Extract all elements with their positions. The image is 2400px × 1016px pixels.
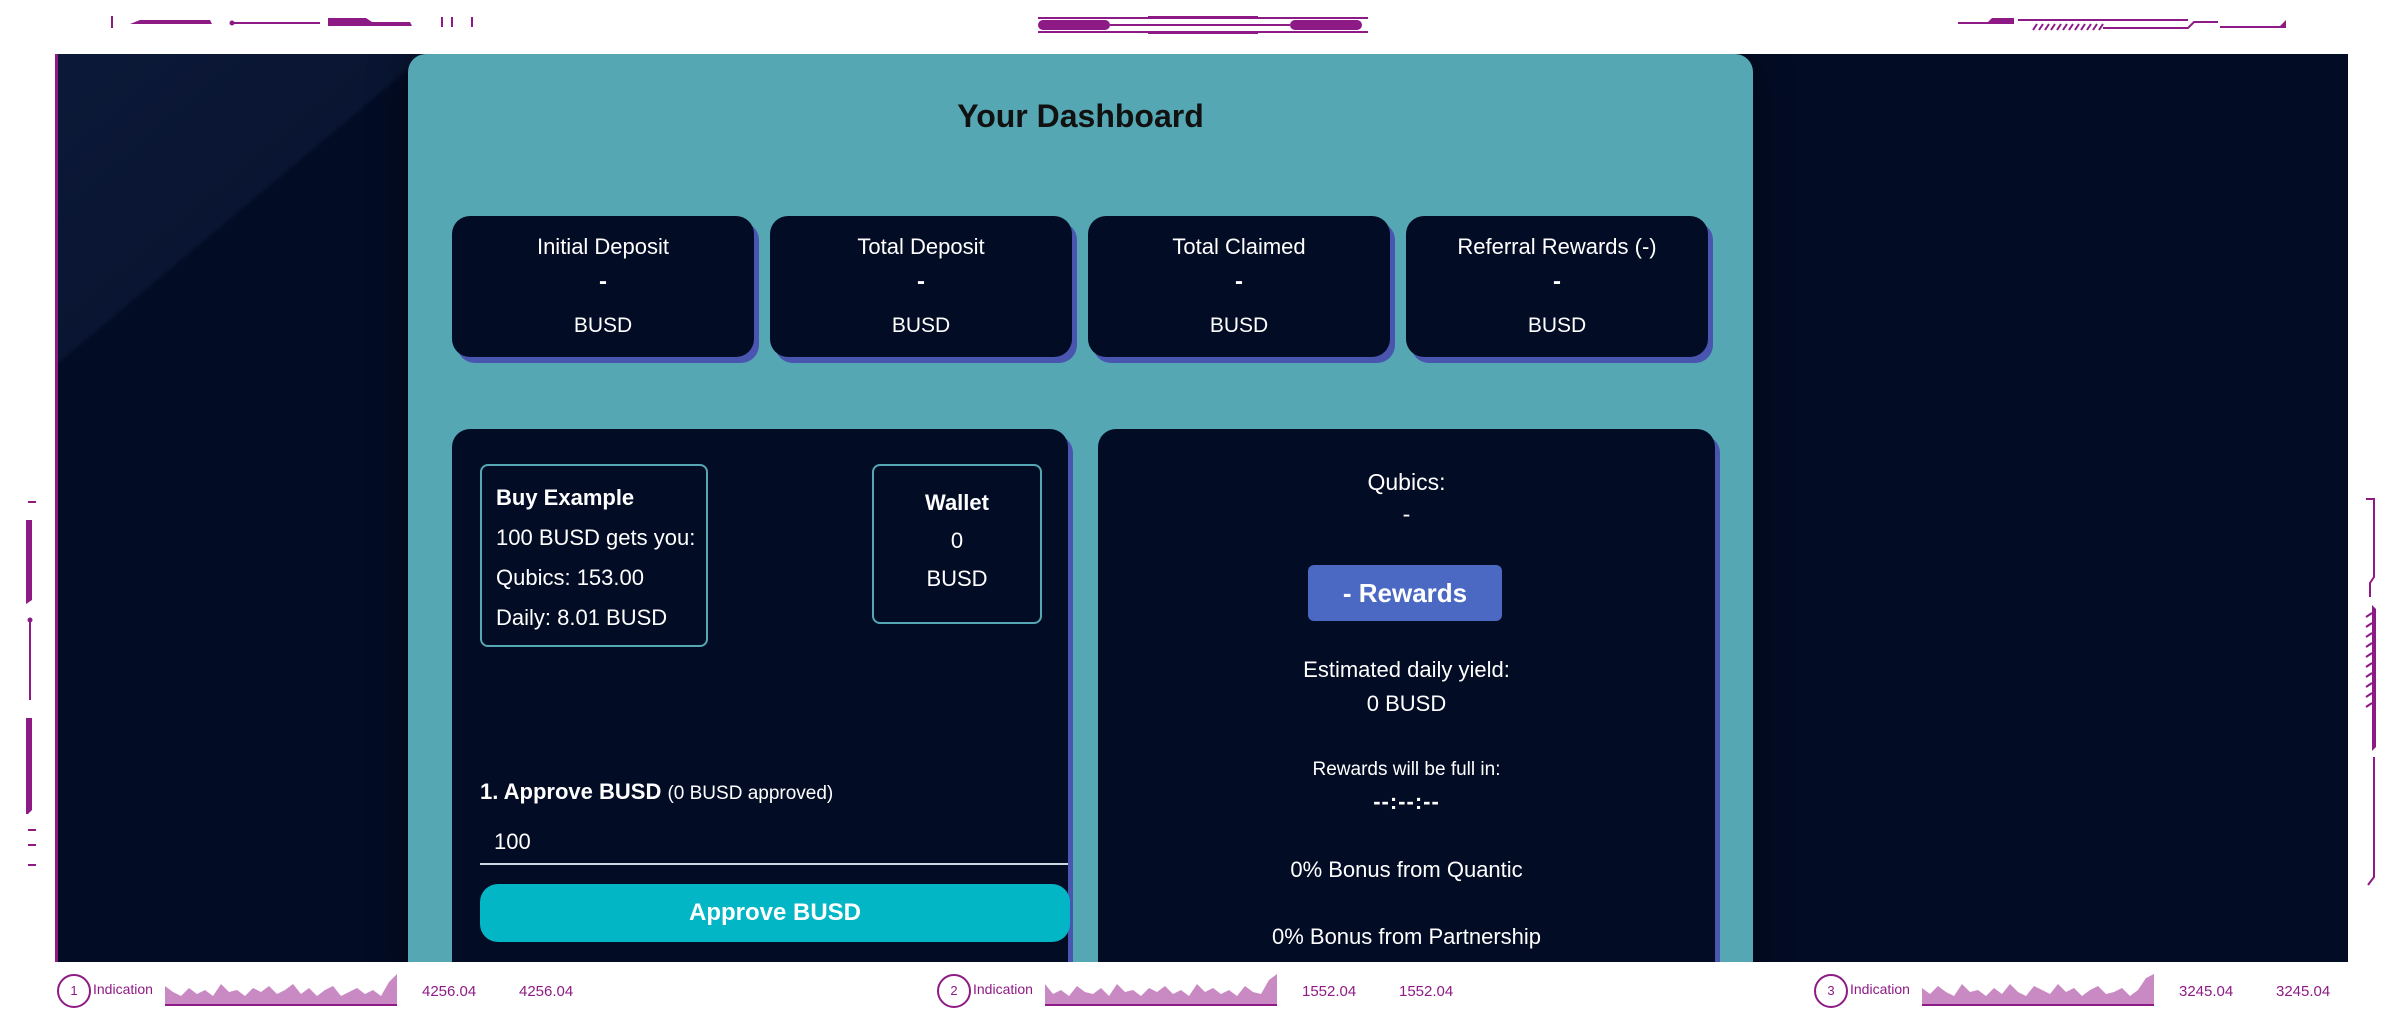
stat-value: - bbox=[599, 268, 607, 295]
approved-amount-text: (0 BUSD approved) bbox=[667, 783, 834, 804]
stat-unit: BUSD bbox=[1527, 314, 1587, 337]
app-viewport: Your Dashboard Initial Deposit - BUSD To… bbox=[55, 54, 2348, 962]
page-title: Your Dashboard bbox=[957, 98, 1204, 134]
indicator-sparkline bbox=[1045, 974, 1277, 1006]
indicator-label: Indication bbox=[1850, 981, 1910, 997]
stat-card-total-deposit: Total Deposit - BUSD bbox=[770, 216, 1072, 357]
approve-label: 1. Approve BUSD (0 BUSD approved) bbox=[480, 779, 833, 805]
qubics-value: - bbox=[1402, 501, 1411, 527]
stat-card-initial-deposit: Initial Deposit - BUSD bbox=[452, 216, 754, 357]
buy-panel: Buy Example 100 BUSD gets you: Qubics: 1… bbox=[452, 429, 1070, 962]
rewards-button[interactable]: - Rewards bbox=[1308, 565, 1502, 621]
daily-yield-value: 0 BUSD bbox=[1366, 691, 1447, 716]
amount-input[interactable] bbox=[480, 821, 1068, 865]
stat-label: Initial Deposit bbox=[536, 234, 670, 259]
indicator-sparkline bbox=[165, 974, 397, 1006]
stat-value: - bbox=[917, 268, 925, 295]
hud-left-edge-decoration bbox=[24, 500, 38, 875]
stat-unit: BUSD bbox=[1209, 314, 1269, 337]
indicator-value-secondary: 1552.04 bbox=[1399, 983, 1454, 1000]
wallet-title: Wallet bbox=[925, 490, 989, 515]
stat-unit: BUSD bbox=[891, 314, 951, 337]
indicator-value: 1552.04 bbox=[1302, 983, 1357, 1000]
rewards-full-countdown: --:--:-- bbox=[1373, 789, 1440, 814]
buy-example-line: 100 BUSD gets you: bbox=[496, 525, 696, 550]
daily-yield-label: Estimated daily yield: bbox=[1303, 657, 1510, 682]
wallet-unit: BUSD bbox=[926, 566, 988, 591]
stat-card-total-claimed: Total Claimed - BUSD bbox=[1088, 216, 1390, 357]
indicator-number: 3 bbox=[1814, 974, 1848, 1008]
indicator-strip: 1 Indication 4256.04 4256.04 2 Indicatio… bbox=[0, 962, 2400, 1016]
stat-label: Referral Rewards (-) bbox=[1457, 234, 1657, 259]
stat-label: Total Claimed bbox=[1172, 234, 1306, 259]
indicator-number: 2 bbox=[937, 974, 971, 1008]
indicator-value-secondary: 3245.04 bbox=[2276, 983, 2331, 1000]
indicator-value-secondary: 4256.04 bbox=[519, 983, 574, 1000]
stat-card-referral-rewards: Referral Rewards (-) - BUSD bbox=[1406, 216, 1708, 357]
approve-busd-button[interactable]: Approve BUSD bbox=[480, 884, 1070, 942]
buy-example-daily: Daily: 8.01 BUSD bbox=[496, 605, 668, 630]
approve-step-label: 1. Approve BUSD bbox=[480, 779, 662, 804]
rewards-panel: Qubics: - - Rewards Estimated daily yiel… bbox=[1098, 429, 1715, 962]
indicator-value: 3245.04 bbox=[2179, 983, 2234, 1000]
qubics-label: Qubics: bbox=[1367, 469, 1446, 495]
indicator-sparkline bbox=[1922, 974, 2154, 1006]
buy-example-box: Buy Example 100 BUSD gets you: Qubics: 1… bbox=[480, 464, 708, 647]
stat-label: Total Deposit bbox=[857, 234, 985, 259]
rewards-full-label: Rewards will be full in: bbox=[1312, 759, 1501, 780]
wallet-box: Wallet 0 BUSD bbox=[872, 464, 1042, 624]
hud-top-center-decoration bbox=[1038, 14, 1368, 36]
buy-example-title: Buy Example bbox=[496, 485, 635, 510]
bonus-quantic: 0% Bonus from Quantic bbox=[1290, 857, 1523, 882]
stat-unit: BUSD bbox=[573, 314, 633, 337]
bonus-partnership: 0% Bonus from Partnership bbox=[1271, 924, 1542, 949]
dashboard-panel: Your Dashboard Initial Deposit - BUSD To… bbox=[408, 54, 1753, 962]
wallet-balance: 0 bbox=[950, 528, 964, 553]
buy-example-qubics: Qubics: 153.00 bbox=[496, 565, 644, 590]
background-sheen bbox=[58, 54, 438, 414]
hud-top-left-decoration bbox=[100, 14, 480, 30]
hud-top-right-decoration bbox=[1958, 16, 2288, 32]
stat-value: - bbox=[1235, 268, 1243, 295]
indicator-number: 1 bbox=[57, 974, 91, 1008]
stats-row: Initial Deposit - BUSD Total Deposit - B… bbox=[452, 216, 1717, 366]
indicator-label: Indication bbox=[973, 981, 1033, 997]
indicator-label: Indication bbox=[93, 981, 153, 997]
stat-value: - bbox=[1553, 268, 1561, 295]
indicator-value: 4256.04 bbox=[422, 983, 477, 1000]
hud-right-edge-decoration bbox=[2364, 497, 2378, 887]
